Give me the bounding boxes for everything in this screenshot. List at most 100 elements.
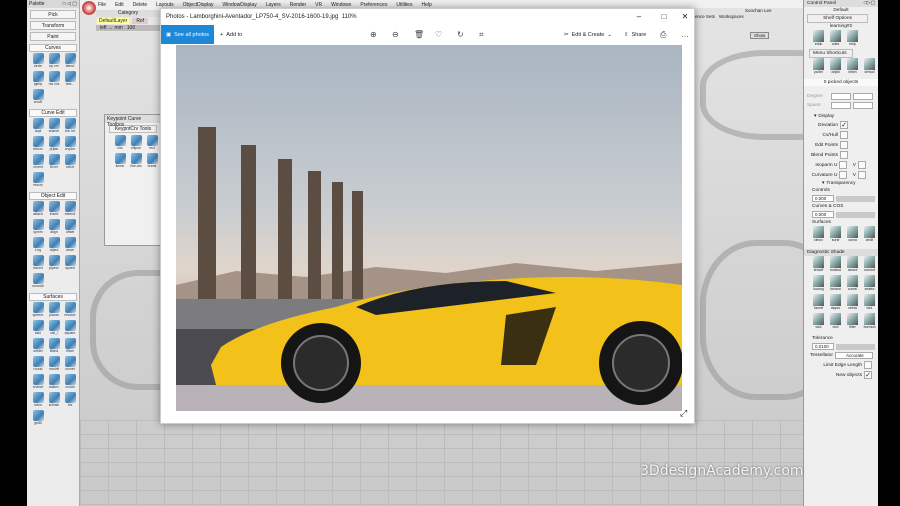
- tool-xfs[interactable]: xfs: [62, 392, 78, 409]
- shelf-tool-vis1[interactable]: vis1: [861, 294, 878, 313]
- shelf-tool-horizon[interactable]: horizon: [827, 275, 844, 294]
- tool-nw-cvs[interactable]: nw cvs: [46, 71, 62, 88]
- keypoint-tool-line-arc[interactable]: line-arc: [128, 153, 144, 170]
- tolerance-slider[interactable]: [836, 343, 875, 350]
- menu-delete[interactable]: Delete: [133, 0, 147, 10]
- shelf-tool-clmcv[interactable]: clmcv: [810, 226, 827, 245]
- tool-align[interactable]: align: [46, 219, 62, 236]
- tool-rescrv[interactable]: rescrv: [30, 172, 46, 189]
- tool-insert[interactable]: insert: [46, 201, 62, 218]
- menu-edit[interactable]: Edit: [115, 0, 124, 10]
- tool-pipecr[interactable]: pipecr: [46, 255, 62, 272]
- tolerance-value[interactable]: 0.0100: [812, 343, 834, 350]
- tool-crvnet[interactable]: crvnet: [62, 356, 78, 373]
- tool-rail_i[interactable]: rail_i: [46, 320, 62, 337]
- display-option-checkbox[interactable]: [840, 151, 848, 159]
- palette-section-curves[interactable]: Curves: [29, 44, 77, 52]
- show-button[interactable]: Show: [750, 32, 770, 39]
- reference-sets-tab[interactable]: ence Sets: [695, 14, 715, 19]
- shelf-tool-curvsl[interactable]: curvsl: [844, 275, 861, 294]
- delete-icon[interactable]: 🗑: [414, 30, 424, 39]
- display-option-checkbox[interactable]: [840, 141, 848, 149]
- tool-close[interactable]: close: [62, 237, 78, 254]
- keypoint-tool-rect[interactable]: rect: [144, 135, 160, 152]
- degree-field[interactable]: [831, 93, 851, 100]
- panel-controls[interactable]: □▷▢: [864, 1, 875, 6]
- curves-cos-value[interactable]: 0.000: [812, 211, 834, 218]
- print-icon[interactable]: ⎙: [660, 30, 666, 40]
- tool-attach[interactable]: attach: [30, 201, 46, 218]
- shelf-tool-shdoff[interactable]: shdoff: [810, 256, 827, 275]
- shelf-tool-infwn[interactable]: infwn: [844, 58, 861, 77]
- paint-button[interactable]: Paint: [30, 32, 76, 41]
- share-button[interactable]: ⇪ Share: [624, 32, 646, 38]
- keypoint-tool-circ[interactable]: circ: [112, 135, 128, 152]
- pick-button[interactable]: Pick: [30, 10, 76, 19]
- tool-spoed[interactable]: spoed: [62, 255, 78, 272]
- tool-fflfan[interactable]: fflfan: [62, 338, 78, 355]
- shelf-tool-curva[interactable]: curva: [844, 226, 861, 245]
- picked-objects-dropdown[interactable]: 0 picked objects: [804, 79, 878, 86]
- tool-srfillet[interactable]: srfillet: [30, 338, 46, 355]
- tool-srtnn[interactable]: srtnn: [30, 392, 46, 409]
- tool-edcrvt[interactable]: edcrvt: [30, 255, 46, 272]
- tool-blend[interactable]: blend: [62, 53, 78, 70]
- shelf-tool-hzmel[interactable]: hzmel: [810, 294, 827, 313]
- tool-crvplnr[interactable]: crvplnr: [62, 136, 78, 153]
- keypoint-tool-ellipse[interactable]: ellipse: [128, 135, 144, 152]
- palette-controls[interactable]: □ ◁ ▢: [63, 1, 77, 7]
- shelf-tab[interactable]: learning#2: [804, 23, 878, 30]
- shelf-tool-zedit[interactable]: zedit: [861, 226, 878, 245]
- tool-ballcrv[interactable]: ballcrv: [46, 374, 62, 391]
- tool-crvbsrf[interactable]: crvbsrf: [30, 374, 46, 391]
- tool-crvoff[interactable]: crvoff: [30, 89, 46, 106]
- default-dropdown[interactable]: Default: [804, 7, 878, 14]
- display-option-checkbox[interactable]: [840, 131, 848, 139]
- add-to-button[interactable]: + Add to: [220, 32, 242, 38]
- shelf-tool-curvcol[interactable]: curvcol: [861, 256, 878, 275]
- tool-planar[interactable]: planar: [46, 302, 62, 319]
- spans-field-2[interactable]: [853, 102, 873, 109]
- tool-msdrft[interactable]: msdrft: [46, 356, 62, 373]
- tool-fit-crv[interactable]: fit crv: [46, 154, 62, 171]
- tool-ep-crv[interactable]: ep crv: [46, 53, 62, 70]
- shelf-tool-vis2[interactable]: vis2: [810, 313, 827, 332]
- display-option-checkbox[interactable]: ✓: [840, 121, 848, 129]
- shelf-tool-bormod[interactable]: bormod: [861, 313, 878, 332]
- tool-objed[interactable]: objed: [46, 237, 62, 254]
- transform-button[interactable]: Transform: [30, 21, 76, 30]
- tool-dupl[interactable]: dupl: [30, 118, 46, 135]
- shelf-tool-rancol[interactable]: rancol: [844, 256, 861, 275]
- tool-offset[interactable]: offset: [62, 219, 78, 236]
- shelf-tool-rules[interactable]: rules: [827, 30, 844, 49]
- layer-ref[interactable]: Ref: [132, 18, 149, 24]
- keypoint-tool-linear[interactable]: linear: [112, 153, 128, 170]
- transparency-section[interactable]: ▾ Transparency: [804, 180, 878, 187]
- favorite-heart-icon[interactable]: ♡: [435, 30, 442, 39]
- shelf-tool-eddc[interactable]: eddc: [810, 30, 827, 49]
- tool-crvbld[interactable]: crvbld: [62, 374, 78, 391]
- display-section[interactable]: ▾ Display: [804, 113, 878, 120]
- curvature-v-checkbox[interactable]: [858, 171, 866, 179]
- tool-t-rig[interactable]: t-rig: [30, 237, 46, 254]
- tool-round[interactable]: round: [30, 356, 46, 373]
- isoparm-v-checkbox[interactable]: [858, 161, 866, 169]
- more-options-icon[interactable]: …: [681, 30, 689, 39]
- shelf-tool-dayzo[interactable]: dayzo: [827, 294, 844, 313]
- controls-value[interactable]: 0.000: [812, 195, 834, 202]
- tool-snarch[interactable]: snarch: [46, 118, 62, 135]
- shelf-tool-multcol[interactable]: multcol: [827, 256, 844, 275]
- isoparm-u-checkbox[interactable]: [839, 161, 848, 169]
- shelf-tool-objlst[interactable]: objlst: [827, 58, 844, 77]
- shelf-tool-help[interactable]: help: [844, 30, 861, 49]
- tool-ffblnd[interactable]: ffblnd: [46, 338, 62, 355]
- controls-slider[interactable]: [836, 195, 875, 202]
- tool-symm[interactable]: symm: [30, 219, 46, 236]
- edit-create-button[interactable]: ✂ Edit & Create ⌄: [564, 32, 612, 38]
- tool-brk-int[interactable]: brk int: [62, 118, 78, 135]
- tool-srfmsh[interactable]: srfmsh: [46, 392, 62, 409]
- layer-default[interactable]: DefaultLayer: [97, 18, 130, 24]
- zoom-in-icon[interactable]: ⊕: [370, 30, 377, 39]
- keypoint-tool-break[interactable]: break: [144, 153, 160, 170]
- tool-circle[interactable]: circle: [30, 53, 46, 70]
